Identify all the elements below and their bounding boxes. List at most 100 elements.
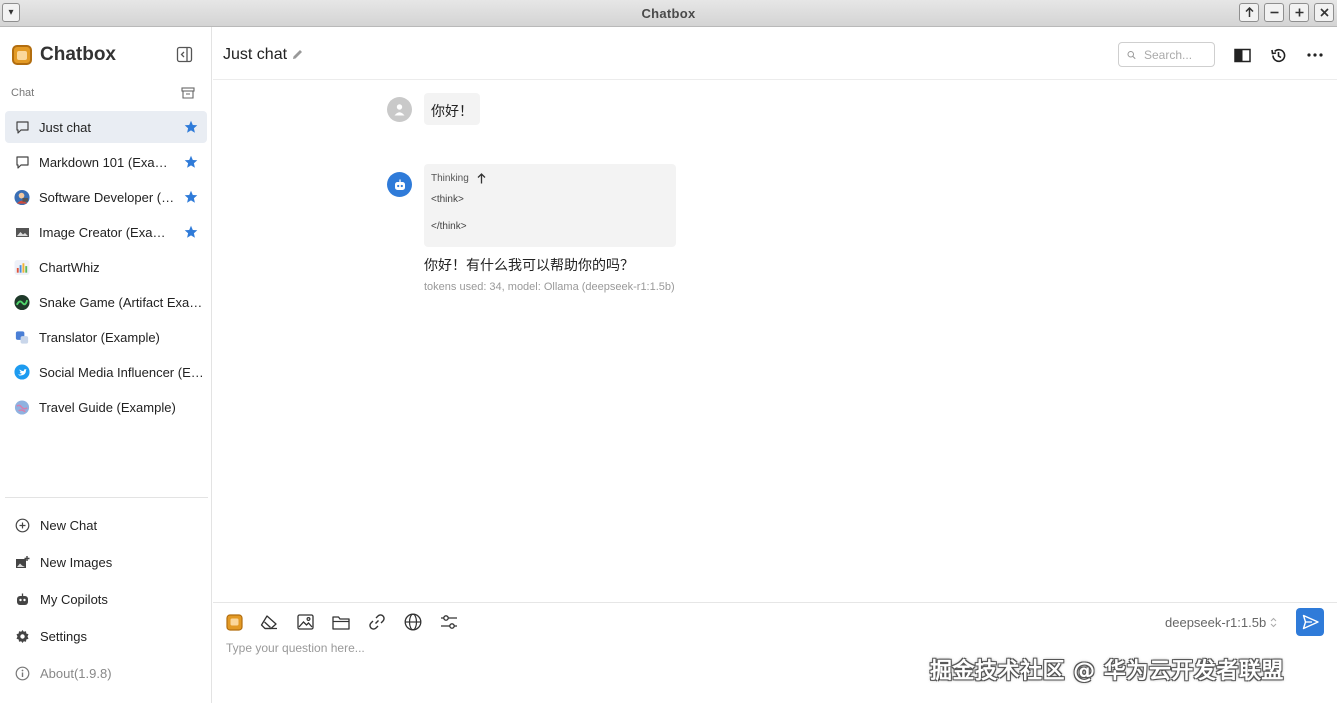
settings-button[interactable]: Settings [5,618,207,655]
clear-button[interactable] [260,613,278,631]
watermark-text: 掘金技术社区 @ 华为云开发者联盟 [930,659,1284,684]
window-titlebar: ▾ Chatbox [0,0,1337,27]
about-label: About(1.9.8) [40,666,112,681]
more-icon [1307,53,1323,57]
model-name: deepseek-r1:1.5b [1165,615,1267,630]
think-open-tag: <think> [431,194,464,205]
web-search-button[interactable] [404,613,422,631]
thinking-panel[interactable]: Thinking <think> </think> [424,164,676,247]
image-icon [14,224,30,240]
chat-item-label: Just chat [39,119,92,135]
plus-icon [1295,8,1303,17]
main-panel: Just chat 你好！ Thinking <think> </think> [213,27,1337,703]
chat-section-label: Chat [11,87,35,99]
sliders-icon [441,615,457,629]
my-copilots-button[interactable]: My Copilots [5,581,207,618]
chart-avatar-icon [14,259,30,275]
translator-avatar-icon [14,329,30,345]
chat-header: Just chat [213,27,1337,80]
chatbox-logo-icon [12,45,32,65]
chat-item-software-developer[interactable]: Software Developer (Example) [5,181,207,213]
brand: Chatbox [12,44,116,66]
chat-item-chartwhiz[interactable]: ChartWhiz [5,251,207,283]
split-view-icon [1233,48,1251,62]
chat-item-just-chat[interactable]: Just chat [5,111,207,143]
star-icon[interactable] [184,155,198,169]
collapse-arrow-up-icon[interactable] [477,173,486,184]
search-box[interactable] [1118,42,1215,67]
window-title: Chatbox [641,6,696,21]
chat-title: Just chat [223,46,288,63]
new-images-label: New Images [40,555,113,570]
developer-avatar-icon [14,189,30,205]
split-view-button[interactable] [1233,46,1251,64]
think-close-tag: </think> [431,221,467,232]
model-selector[interactable]: deepseek-r1:1.5b [1165,615,1277,630]
window-maximize-button[interactable] [1289,3,1309,22]
attach-image-button[interactable] [296,613,314,631]
history-icon [1270,48,1285,62]
assistant-avatar-icon [387,172,412,197]
sidebar-divider [5,497,208,498]
window-close-button[interactable] [1314,3,1334,22]
star-icon[interactable] [184,225,198,239]
eraser-icon [260,615,277,630]
brand-name: Chatbox [40,44,116,65]
star-icon[interactable] [184,120,198,134]
gear-icon [14,629,30,645]
archive-icon[interactable] [181,86,195,100]
chat-item-markdown-101[interactable]: Markdown 101 (Example) [5,146,207,178]
chevron-up-down-icon [1270,617,1277,628]
chat-item-image-creator[interactable]: Image Creator (Example) [5,216,207,248]
more-options-button[interactable] [1306,46,1324,64]
chat-item-label: Translator (Example) [39,329,160,345]
globe-avatar-icon [14,399,30,415]
new-images-button[interactable]: New Images [5,544,207,581]
chat-item-label: Markdown 101 (Example) [39,154,175,170]
search-input[interactable] [1144,47,1214,62]
robot-icon [14,592,30,608]
message-icon [14,154,30,170]
attach-link-button[interactable] [368,613,386,631]
chat-item-translator[interactable]: Translator (Example) [5,321,207,353]
close-icon [1319,8,1329,17]
window-up-button[interactable] [1239,3,1259,22]
send-icon [1302,614,1319,630]
star-icon[interactable] [184,190,198,204]
chat-item-label: Image Creator (Example) [39,224,175,240]
chat-list: Just chat Markdown 101 (Example) Softwar… [5,111,207,426]
folder-icon [332,615,350,630]
chat-item-label: Travel Guide (Example) [39,399,176,415]
globe-icon [404,613,422,631]
plus-circle-icon [14,518,30,534]
message-meta: tokens used: 34, model: Ollama (deepseek… [424,281,675,293]
thinking-label: Thinking [431,173,469,184]
send-button[interactable] [1296,608,1324,636]
add-image-icon [14,555,30,571]
chat-item-label: Software Developer (Example) [39,189,175,205]
message-icon [14,119,30,135]
my-copilots-label: My Copilots [40,592,108,607]
chat-item-label: ChartWhiz [39,259,100,275]
twitter-avatar-icon [14,364,30,380]
edit-title-icon[interactable] [291,48,304,61]
window-minimize-button[interactable] [1264,3,1284,22]
collapse-sidebar-icon[interactable] [176,46,193,63]
chat-settings-button[interactable] [440,613,458,631]
new-chat-button[interactable]: New Chat [5,507,207,544]
chat-item-snake-game[interactable]: Snake Game (Artifact Example) [5,286,207,318]
attach-file-button[interactable] [332,613,350,631]
chatbox-logo-icon [225,613,243,631]
chat-item-label: Social Media Influencer (Example) [39,364,207,380]
arrow-up-icon [1244,7,1254,17]
link-icon [369,614,385,630]
about-button[interactable]: About(1.9.8) [5,655,207,692]
minus-icon [1270,11,1278,14]
history-button[interactable] [1269,46,1287,64]
sidebar-bottom-menu: New Chat New Images My Copilots Settings… [5,507,207,692]
chat-item-social-media-influencer[interactable]: Social Media Influencer (Example) [5,356,207,388]
chat-item-travel-guide[interactable]: Travel Guide (Example) [5,391,207,423]
info-icon [14,666,30,682]
new-chat-label: New Chat [40,518,98,533]
copilot-button[interactable] [225,613,243,631]
